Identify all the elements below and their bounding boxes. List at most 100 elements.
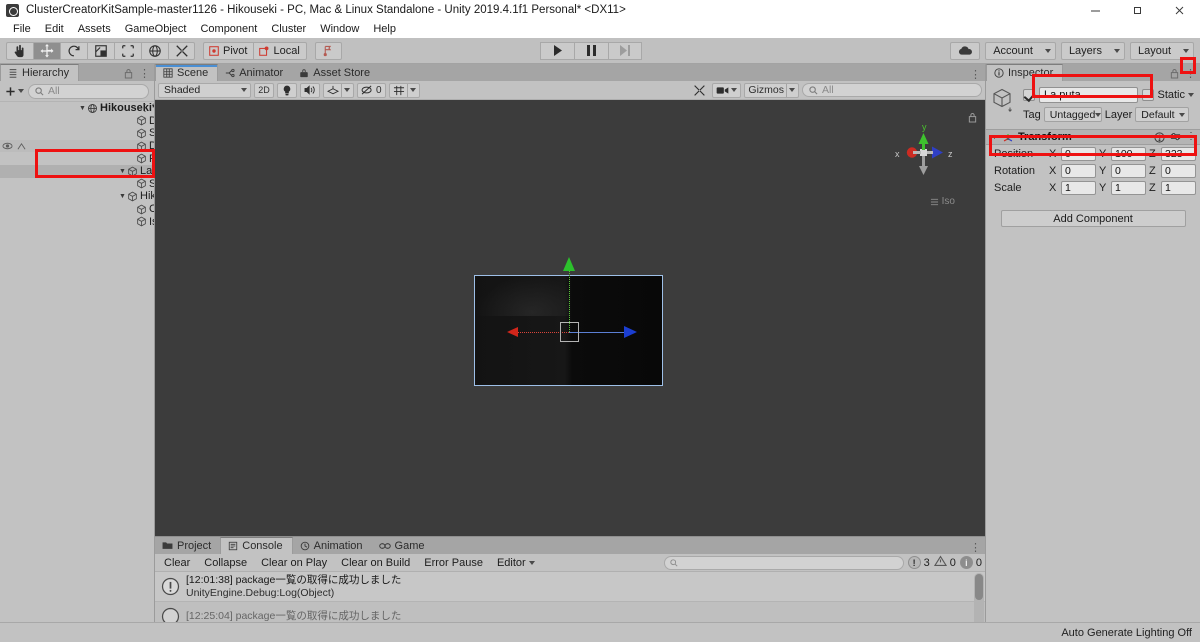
kebab-icon[interactable]: ⋮ [140,103,150,114]
menu-gameobject[interactable]: GameObject [118,20,194,38]
gizmo-handle-x[interactable] [507,327,518,337]
hierarchy-item-plane[interactable]: Plane [0,152,154,165]
help-icon[interactable] [1154,131,1165,143]
position-z-input[interactable]: 323 [1161,146,1196,161]
scene-axis-gizmo[interactable]: y x z [891,120,957,186]
scene-projection-mode[interactable]: Iso [930,196,955,207]
gizmo-handle-z[interactable] [624,326,637,338]
scale-y-input[interactable]: 1 [1111,180,1146,195]
info-count[interactable]: i 0 [959,556,982,569]
scene-audio-toggle[interactable] [300,82,320,98]
tab-hierarchy[interactable]: Hierarchy [0,64,80,81]
hand-tool-button[interactable] [6,41,33,60]
error-count[interactable]: ! 3 [907,556,930,569]
tab-inspector[interactable]: Inspector [986,64,1064,81]
transform-tool-button[interactable] [141,41,168,60]
kebab-icon[interactable]: ⋮ [1185,68,1196,79]
toggle-2d-button[interactable]: 2D [254,82,274,98]
pivot-button[interactable]: Pivot [203,41,254,60]
clear-button[interactable]: Clear [157,555,197,571]
lock-icon[interactable] [124,68,133,79]
gizmos-dropdown[interactable]: Gizmos [744,82,799,98]
chevron-down-icon[interactable]: ▼ [118,193,127,200]
menu-assets[interactable]: Assets [71,20,118,38]
hierarchy-item-shiro[interactable]: Shiro [0,178,154,191]
chevron-down-icon[interactable]: ▼ [78,105,87,112]
minimize-icon[interactable] [1074,0,1116,20]
move-tool-button[interactable] [33,41,60,60]
collab-button[interactable] [314,41,342,60]
scene-component-tools[interactable] [689,83,709,98]
menu-component[interactable]: Component [193,20,264,38]
gizmo-center-handle[interactable] [560,322,579,342]
object-name-input[interactable]: La puta [1039,87,1139,103]
scene-grid-snap-dropdown[interactable] [388,82,420,98]
chevron-down-icon[interactable]: ▼ [991,134,998,141]
hierarchy-item-despawnheight[interactable]: DespawnHeight [0,139,154,153]
create-object-dropdown[interactable] [5,86,24,97]
tag-dropdown[interactable]: Untagged [1043,107,1102,122]
chevron-down-icon[interactable]: ▼ [118,168,127,175]
layer-dropdown[interactable]: Default [1135,107,1190,122]
static-checkbox[interactable] [1142,89,1155,101]
menu-window[interactable]: Window [313,20,366,38]
kebab-icon[interactable]: ⋮ [970,543,981,554]
scene-viewport[interactable]: y x z Iso [155,100,985,536]
menu-file[interactable]: File [6,20,38,38]
console-search-input[interactable] [663,555,904,570]
hierarchy-tree[interactable]: ▼ Hikouseki* ⋮ Directional Light SpawnPo… [0,102,154,622]
position-x-input[interactable]: 0 [1061,146,1096,161]
editor-dropdown[interactable]: Editor [490,555,542,571]
scene-lock-icon[interactable] [968,112,977,126]
collapse-button[interactable]: Collapse [197,555,254,571]
rotation-z-input[interactable]: 0 [1161,163,1196,178]
tab-animator[interactable]: Animator [218,64,293,81]
close-icon[interactable] [1158,0,1200,20]
scale-tool-button[interactable] [87,41,114,60]
hierarchy-item-scene[interactable]: ▼ Hikouseki* ⋮ [0,102,154,115]
kebab-icon[interactable]: ⋮ [139,68,150,79]
scene-camera-dropdown[interactable] [712,82,742,98]
pick-toggle-icon[interactable] [16,142,27,151]
scale-x-input[interactable]: 1 [1061,180,1096,195]
cloud-icon[interactable] [950,41,981,60]
visibility-toggles[interactable] [2,142,27,151]
tab-animation[interactable]: Animation [292,537,372,554]
scene-lighting-toggle[interactable] [277,82,297,98]
position-y-input[interactable]: 100 [1111,146,1146,161]
scale-z-input[interactable]: 1 [1161,180,1196,195]
tab-scene[interactable]: Scene [155,64,219,81]
custom-tool-button[interactable] [168,41,195,60]
clear-on-play-button[interactable]: Clear on Play [254,555,334,571]
hierarchy-item-directional-light[interactable]: Directional Light [0,115,154,128]
clear-on-build-button[interactable]: Clear on Build [334,555,417,571]
step-button[interactable] [608,41,642,60]
menu-help[interactable]: Help [366,20,403,38]
maximize-icon[interactable] [1116,0,1158,20]
preset-icon[interactable] [1170,132,1181,143]
scene-search-input[interactable]: All [802,83,982,97]
hierarchy-item-cylinder[interactable]: Cylinder [0,203,154,216]
warning-count[interactable]: 0 [933,555,956,570]
tab-game[interactable]: Game [371,537,434,554]
add-component-button[interactable]: Add Component [1000,210,1186,227]
error-pause-button[interactable]: Error Pause [417,555,490,571]
rotation-x-input[interactable]: 0 [1061,163,1096,178]
rotate-tool-button[interactable] [60,41,87,60]
hierarchy-item-hikouseki[interactable]: ▼ Hikouseki [0,190,154,203]
scene-hidden-objects[interactable]: 0 [357,82,386,98]
static-dropdown[interactable]: Static [1142,89,1194,101]
kebab-icon[interactable]: ⋮ [1186,132,1196,142]
eye-icon[interactable] [2,142,13,150]
transform-component-header[interactable]: ▼ Transform ⋮ [986,129,1200,145]
rotation-y-input[interactable]: 0 [1111,163,1146,178]
tab-asset-store[interactable]: Asset Store [292,64,380,81]
lock-icon[interactable] [1170,68,1179,79]
draw-mode-dropdown[interactable]: Shaded [158,82,251,98]
tab-project[interactable]: Project [155,537,221,554]
account-dropdown[interactable]: Account [985,41,1056,60]
pause-button[interactable] [574,41,608,60]
scene-fx-dropdown[interactable] [323,82,354,98]
tab-console[interactable]: Console [220,537,293,554]
menu-cluster[interactable]: Cluster [264,20,313,38]
